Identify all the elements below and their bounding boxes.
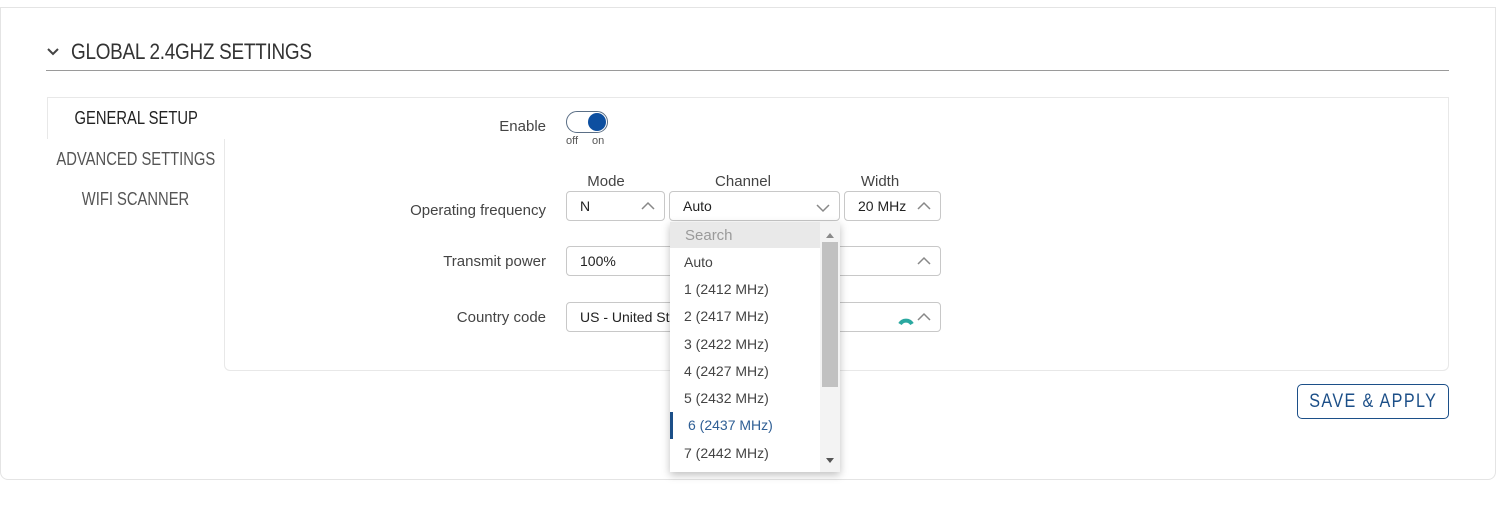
chevron-up-icon — [916, 310, 932, 327]
toggle-on-label: on — [592, 135, 605, 147]
channel-option-1[interactable]: 1 (2412 MHz) — [670, 275, 820, 302]
enable-toggle[interactable] — [566, 111, 608, 133]
mode-value: N — [580, 198, 591, 214]
scrollbar-thumb[interactable] — [822, 242, 838, 387]
toggle-off-label: off — [566, 135, 579, 147]
chevron-up-icon — [640, 199, 656, 216]
channel-option-2[interactable]: 2 (2417 MHz) — [670, 303, 820, 330]
mode-select[interactable]: N — [566, 191, 665, 221]
scroll-down-icon[interactable] — [825, 452, 835, 470]
toggle-knob — [588, 113, 606, 131]
dropdown-scrollbar[interactable] — [820, 222, 840, 472]
mode-label: Mode — [587, 173, 625, 190]
tab-general-setup[interactable]: GENERAL SETUP — [47, 97, 225, 139]
transmit-power-label: Transmit power — [443, 253, 546, 270]
channel-search-input[interactable]: Search — [670, 222, 820, 248]
country-code-value: US - United St — [580, 309, 670, 325]
channel-option-7[interactable]: 7 (2442 MHz) — [670, 439, 820, 466]
channel-dropdown[interactable]: Search Auto 1 (2412 MHz) 2 (2417 MHz) 3 … — [670, 222, 840, 472]
chevron-up-icon — [916, 254, 932, 271]
loading-spinner-icon — [898, 310, 914, 329]
channel-option-auto[interactable]: Auto — [670, 248, 820, 275]
channel-value: Auto — [683, 198, 712, 214]
section-title: GLOBAL 2.4GHZ SETTINGS — [71, 39, 312, 64]
country-code-label: Country code — [456, 309, 546, 326]
width-label: Width — [860, 173, 900, 190]
chevron-down-icon[interactable] — [46, 44, 62, 60]
tab-wifi-scanner[interactable]: WIFI SCANNER — [47, 179, 225, 219]
width-select[interactable]: 20 MHz — [844, 191, 941, 221]
channel-option-3[interactable]: 3 (2422 MHz) — [670, 330, 820, 357]
chevron-up-icon — [916, 199, 932, 216]
section-header[interactable]: GLOBAL 2.4GHZ SETTINGS — [46, 34, 1449, 71]
channel-option-5[interactable]: 5 (2432 MHz) — [670, 384, 820, 411]
channel-label: Channel — [715, 173, 771, 190]
save-apply-button[interactable]: SAVE & APPLY — [1297, 384, 1449, 419]
width-value: 20 MHz — [858, 198, 907, 214]
channel-options-list: Auto 1 (2412 MHz) 2 (2417 MHz) 3 (2422 M… — [670, 248, 820, 466]
enable-label: Enable — [499, 118, 546, 135]
channel-option-6[interactable]: 6 (2437 MHz) — [670, 411, 820, 440]
tab-advanced-settings[interactable]: ADVANCED SETTINGS — [47, 139, 225, 179]
settings-tabs: GENERAL SETUP ADVANCED SETTINGS WIFI SCA… — [47, 97, 225, 219]
channel-select[interactable]: Auto — [669, 191, 840, 221]
transmit-power-value: 100% — [580, 253, 616, 269]
operating-frequency-label: Operating frequency — [410, 202, 546, 219]
channel-option-4[interactable]: 4 (2427 MHz) — [670, 357, 820, 384]
chevron-down-icon — [815, 201, 831, 218]
